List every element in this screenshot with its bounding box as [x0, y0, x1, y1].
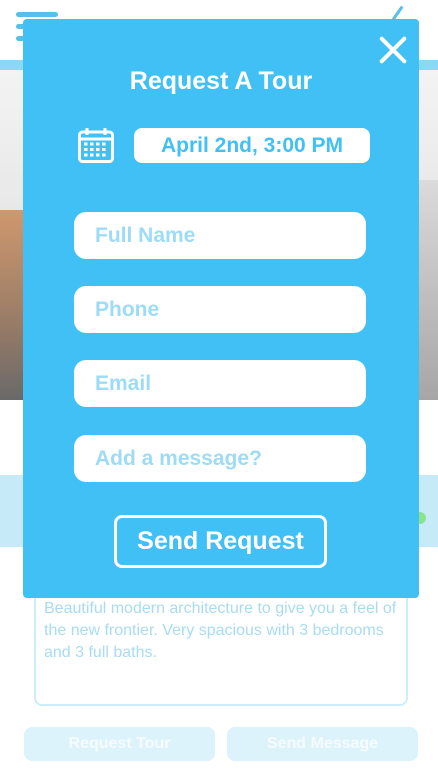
- tour-date-selector[interactable]: April 2nd, 3:00 PM: [134, 128, 370, 163]
- modal-title: Request A Tour: [129, 67, 313, 95]
- close-icon[interactable]: [378, 35, 408, 65]
- calendar-icon: [78, 128, 114, 163]
- email-input[interactable]: Email: [74, 360, 366, 407]
- phone-input[interactable]: Phone: [74, 286, 366, 333]
- request-tour-modal: Request A Tour April 2nd, 3:00 PM Full N…: [23, 19, 419, 598]
- message-input[interactable]: Add a message?: [74, 435, 366, 482]
- full-name-input[interactable]: Full Name: [74, 212, 366, 259]
- send-request-button[interactable]: Send Request: [114, 515, 327, 568]
